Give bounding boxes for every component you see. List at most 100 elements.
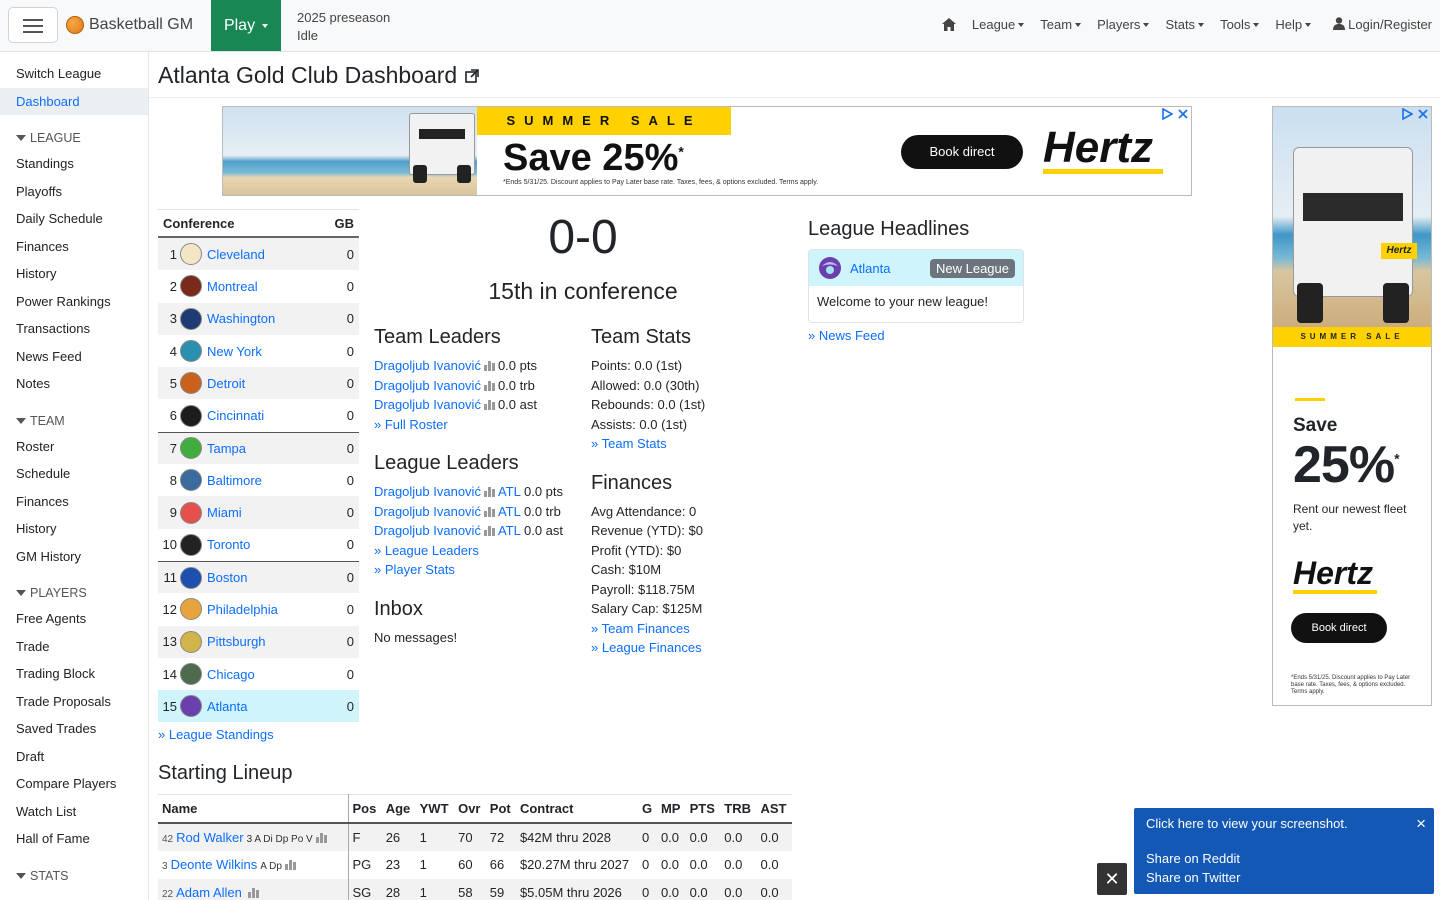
ad-book-direct-button[interactable]: Book direct [1291, 613, 1387, 643]
sidebar-item-compare-players[interactable]: Compare Players [0, 770, 148, 798]
player-stats-link[interactable]: » Player Stats [374, 560, 455, 580]
close-icon[interactable] [1177, 108, 1189, 120]
league-standings-link[interactable]: » League Standings [158, 727, 274, 742]
standings-team-link[interactable]: Miami [207, 505, 340, 520]
banner-ad[interactable]: SUMMER SALE Save 25%* *Ends 5/31/25. Dis… [222, 106, 1192, 196]
screenshot-notification[interactable]: × Click here to view your screenshot. Sh… [1134, 808, 1434, 894]
headline-team-link[interactable]: Atlanta [850, 261, 890, 276]
bar-chart-icon[interactable] [247, 887, 259, 898]
adchoices-icon[interactable] [1161, 108, 1173, 120]
col-ovr[interactable]: Ovr [454, 794, 486, 824]
ad-choices[interactable] [1161, 108, 1189, 120]
standings-team-link[interactable]: Chicago [207, 667, 340, 682]
sidebar-item-trade[interactable]: Trade [0, 633, 148, 661]
bar-chart-icon[interactable] [483, 399, 495, 410]
leader-team-link[interactable]: ATL [498, 504, 520, 519]
player-link[interactable]: Rod Walker [176, 830, 243, 845]
col-age[interactable]: Age [381, 794, 416, 824]
sidebar-item-notes[interactable]: Notes [0, 370, 148, 398]
col-g[interactable]: G [638, 794, 657, 824]
sidebar-item-gm-history[interactable]: GM History [0, 543, 148, 571]
standings-team-link[interactable]: Boston [207, 570, 340, 585]
col-ywt[interactable]: YWT [415, 794, 455, 824]
sidebar-item-team-history[interactable]: History [0, 515, 148, 543]
standings-team-link[interactable]: Baltimore [207, 473, 340, 488]
sidebar-section-team[interactable]: TEAM [0, 406, 148, 433]
sidebar-item-league-history[interactable]: History [0, 260, 148, 288]
sidebar-item-transactions[interactable]: Transactions [0, 315, 148, 343]
side-ad[interactable]: Hertz SUMMER SALE Save 25%* Rent our new… [1272, 106, 1432, 706]
leader-player-link[interactable]: Dragoljub Ivanović [374, 504, 481, 519]
sidebar-item-standings[interactable]: Standings [0, 150, 148, 178]
nav-league[interactable]: League [972, 17, 1025, 32]
play-button[interactable]: Play [211, 0, 281, 51]
standings-team-link[interactable]: Atlanta [207, 699, 340, 714]
sidebar-item-free-agents[interactable]: Free Agents [0, 605, 148, 633]
share-twitter-link[interactable]: Share on Twitter [1146, 870, 1422, 885]
standings-team-link[interactable]: Toronto [207, 537, 340, 552]
sidebar-item-daily-schedule[interactable]: Daily Schedule [0, 205, 148, 233]
home-icon[interactable] [941, 18, 956, 31]
league-leaders-link[interactable]: » League Leaders [374, 541, 479, 561]
col-contract[interactable]: Contract [515, 794, 639, 824]
sidebar-item-power-rankings[interactable]: Power Rankings [0, 288, 148, 316]
bar-chart-icon[interactable] [483, 486, 495, 497]
login-link[interactable]: Login/Register [1333, 17, 1432, 32]
leader-team-link[interactable]: ATL [498, 523, 520, 538]
col-trb[interactable]: TRB [720, 794, 757, 824]
ad-choices[interactable] [1401, 108, 1429, 120]
sidebar-item-watch-list[interactable]: Watch List [0, 798, 148, 826]
standings-team-link[interactable]: Pittsburgh [207, 634, 340, 649]
player-link[interactable]: Adam Allen [176, 885, 242, 900]
team-stats-link[interactable]: » Team Stats [591, 434, 667, 454]
sidebar-item-dashboard[interactable]: Dashboard [0, 87, 148, 115]
external-link-icon[interactable] [465, 68, 479, 83]
leader-player-link[interactable]: Dragoljub Ivanović [374, 397, 481, 412]
standings-team-link[interactable]: Philadelphia [207, 602, 340, 617]
full-roster-link[interactable]: » Full Roster [374, 415, 448, 435]
sidebar-item-switch-league[interactable]: Switch League [0, 60, 148, 88]
news-feed-link[interactable]: » News Feed [808, 326, 885, 346]
leader-player-link[interactable]: Dragoljub Ivanović [374, 523, 481, 538]
adchoices-icon[interactable] [1401, 108, 1413, 120]
leader-team-link[interactable]: ATL [498, 484, 520, 499]
col-mp[interactable]: MP [656, 794, 686, 824]
team-finances-link[interactable]: » Team Finances [591, 619, 690, 639]
brand-link[interactable]: Basketball GM [66, 16, 193, 34]
col-pot[interactable]: Pot [485, 794, 516, 824]
bar-chart-icon[interactable] [315, 832, 327, 843]
ad-book-direct-button[interactable]: Book direct [901, 135, 1023, 169]
col-ast[interactable]: AST [756, 794, 792, 824]
nav-tools[interactable]: Tools [1220, 17, 1260, 32]
close-screenshot-button[interactable]: ✕ [1097, 863, 1127, 895]
bar-chart-icon[interactable] [483, 380, 495, 391]
leader-player-link[interactable]: Dragoljub Ivanović [374, 358, 481, 373]
sidebar-item-saved-trades[interactable]: Saved Trades [0, 715, 148, 743]
nav-players[interactable]: Players [1097, 17, 1150, 32]
close-icon[interactable]: × [1416, 814, 1426, 834]
nav-stats[interactable]: Stats [1165, 17, 1205, 32]
sidebar-item-team-finances[interactable]: Finances [0, 488, 148, 516]
close-icon[interactable] [1417, 108, 1429, 120]
sidebar-item-draft[interactable]: Draft [0, 743, 148, 771]
sidebar-item-trade-proposals[interactable]: Trade Proposals [0, 688, 148, 716]
bar-chart-icon[interactable] [483, 506, 495, 517]
leader-player-link[interactable]: Dragoljub Ivanović [374, 378, 481, 393]
standings-team-link[interactable]: Detroit [207, 376, 340, 391]
sidebar-item-news-feed[interactable]: News Feed [0, 343, 148, 371]
league-finances-link[interactable]: » League Finances [591, 638, 702, 658]
sidebar-item-hall-of-fame[interactable]: Hall of Fame [0, 825, 148, 853]
sidebar-section-stats[interactable]: STATS [0, 861, 148, 888]
view-screenshot-link[interactable]: Click here to view your screenshot. [1146, 816, 1422, 831]
col-pts[interactable]: PTS [685, 794, 721, 824]
sidebar-item-playoffs[interactable]: Playoffs [0, 178, 148, 206]
sidebar-section-players[interactable]: PLAYERS [0, 578, 148, 605]
standings-team-link[interactable]: New York [207, 344, 340, 359]
standings-team-link[interactable]: Montreal [207, 279, 340, 294]
sidebar-item-league-finances[interactable]: Finances [0, 233, 148, 261]
sidebar-item-trading-block[interactable]: Trading Block [0, 660, 148, 688]
sidebar-section-league[interactable]: LEAGUE [0, 123, 148, 150]
menu-toggle-button[interactable] [8, 7, 58, 43]
sidebar-item-roster[interactable]: Roster [0, 433, 148, 461]
nav-team[interactable]: Team [1040, 17, 1082, 32]
